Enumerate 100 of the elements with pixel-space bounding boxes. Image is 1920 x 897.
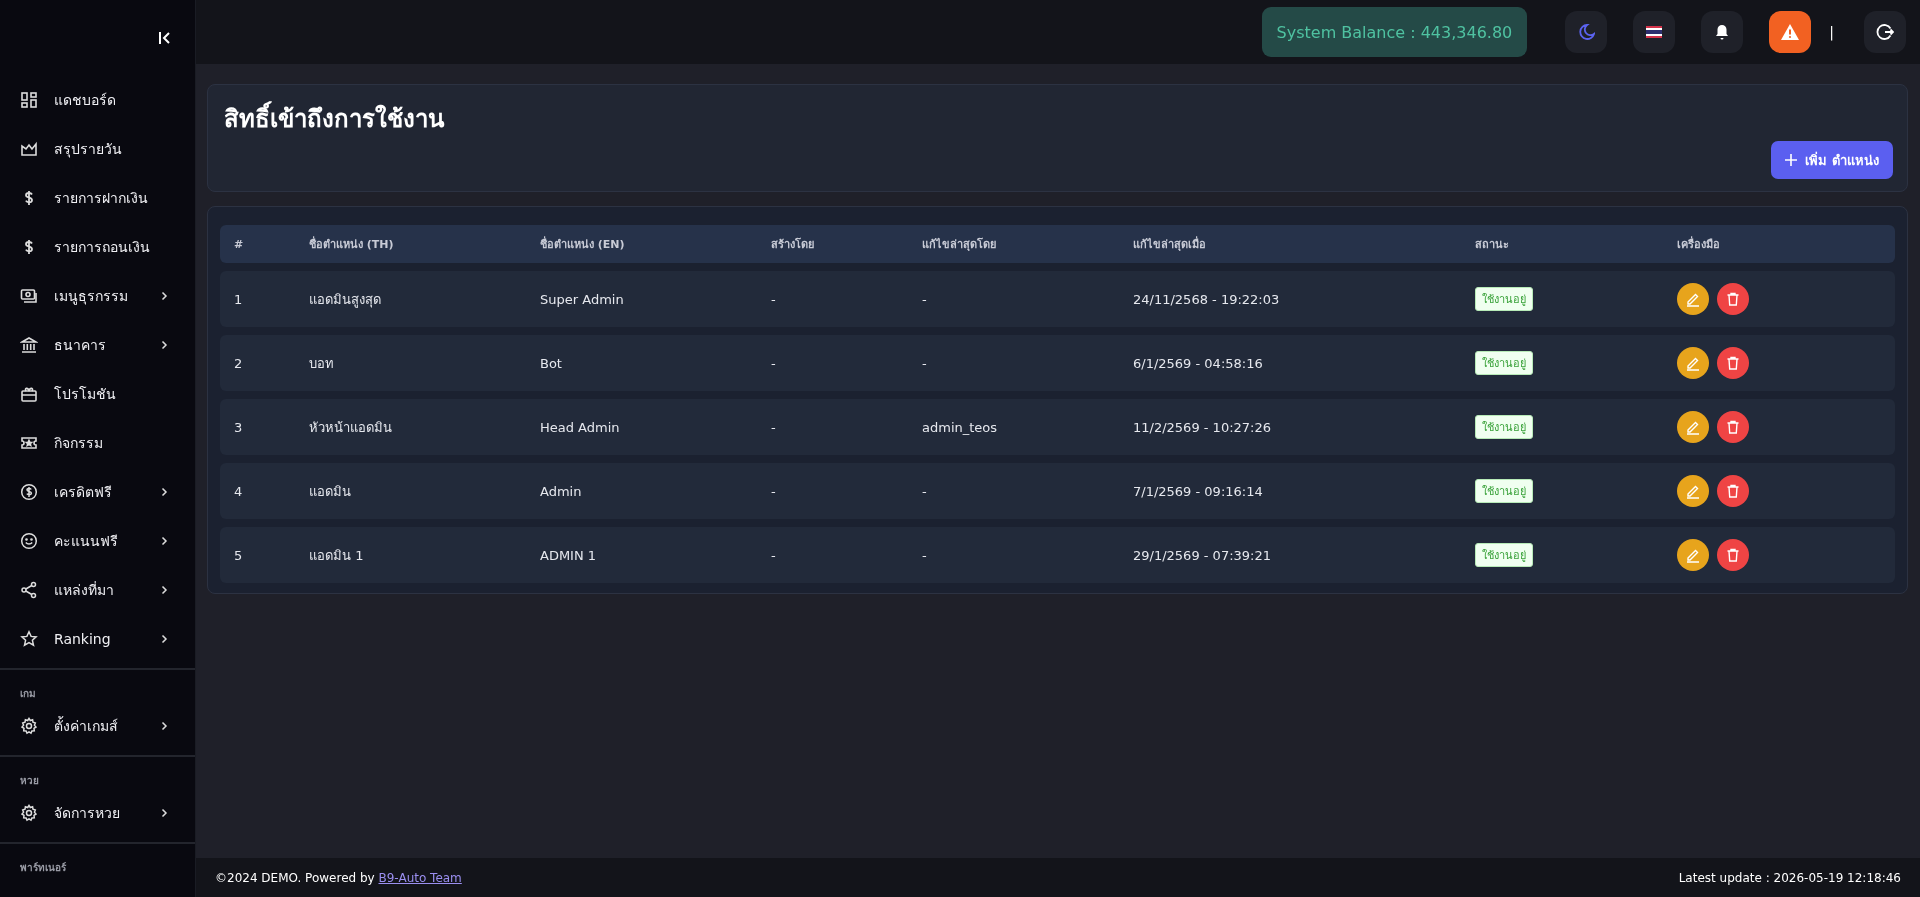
logout-button[interactable] [1864, 11, 1906, 53]
table-cell: Admin [540, 483, 582, 499]
cash-icon [20, 286, 38, 305]
language-button[interactable] [1633, 11, 1676, 53]
chevron-right-icon [159, 339, 169, 350]
table-cell: 6/1/2569 - 04:58:16 [1133, 355, 1263, 371]
chevron-right-icon [159, 584, 169, 595]
status-badge: ใช้งานอยู่ [1475, 543, 1533, 567]
chart-icon [20, 139, 38, 158]
table-cell: แอดมินสูงสุด [309, 291, 381, 307]
trash-icon [1725, 355, 1741, 371]
table-cell: - [922, 547, 927, 563]
bell-icon [1714, 23, 1731, 41]
sidebar-item[interactable]: กิจกรรม [0, 418, 195, 467]
edit-button[interactable] [1677, 347, 1709, 379]
table-cell: - [922, 355, 927, 371]
edit-button[interactable] [1677, 283, 1709, 315]
sidebar-item[interactable]: สรุปรายวัน [0, 124, 195, 173]
table-cell: แอดมิน 1 [309, 547, 364, 563]
chevron-right-icon [159, 720, 169, 731]
dashboard-icon [20, 90, 38, 109]
table-cell: หัวหน้าแอดมิน [309, 419, 392, 435]
table-cell: - [922, 483, 927, 499]
table-cell: 4 [234, 483, 243, 499]
section-label: พาร์ทเนอร์ [19, 861, 67, 875]
column-header: ชื่อตำแหน่ง (EN) [539, 235, 626, 253]
sidebar-item[interactable]: แหล่งที่มา [0, 565, 195, 614]
team-link[interactable]: B9-Auto Team [378, 870, 462, 885]
trash-icon [1725, 291, 1741, 307]
sidebar-item[interactable]: ธนาคาร [0, 320, 195, 369]
table-cell: 29/1/2569 - 07:39:21 [1133, 547, 1271, 563]
table-cell: 2 [234, 355, 243, 371]
settings-icon [20, 803, 38, 822]
pencil-icon [1685, 419, 1701, 435]
pencil-icon [1685, 483, 1701, 499]
last-update-text: Latest update : 2026-05-19 12:18:46 [1678, 870, 1901, 885]
sidebar-item[interactable]: รายการฝากเงิน [0, 173, 195, 222]
column-header: แก้ไขล่าสุดโดย [921, 236, 997, 253]
status-badge: ใช้งานอยู่ [1475, 287, 1533, 311]
table-cell: Super Admin [540, 291, 624, 307]
table-cell: 7/1/2569 - 09:16:14 [1133, 483, 1263, 499]
sidebar-item[interactable]: รายการถอนเงิน [0, 222, 195, 271]
delete-button[interactable] [1717, 539, 1749, 571]
smiley-icon [20, 531, 38, 550]
trash-icon [1725, 483, 1741, 499]
sidebar-item[interactable]: Ranking [0, 614, 195, 663]
theme-toggle-button[interactable] [1565, 11, 1608, 53]
table-cell: - [771, 355, 776, 371]
chevron-right-icon [159, 807, 169, 818]
status-badge: ใช้งานอยู่ [1475, 351, 1533, 375]
alert-button[interactable] [1769, 11, 1812, 53]
table-cell: 11/2/2569 - 10:27:26 [1133, 419, 1271, 435]
edit-button[interactable] [1677, 411, 1709, 443]
column-header: สร้างโดย [770, 236, 815, 253]
sidebar-item[interactable]: แดชบอร์ด [0, 75, 195, 124]
table-cell: - [771, 291, 776, 307]
settings-icon [20, 716, 38, 735]
sidebar-item[interactable]: โปรโมชัน [0, 369, 195, 418]
table-cell: แอดมิน [309, 483, 351, 499]
add-position-button[interactable]: เพิ่ม ตำแหน่ง [1771, 141, 1893, 179]
pencil-icon [1685, 291, 1701, 307]
table-cell: 3 [234, 419, 243, 435]
share-icon [20, 580, 38, 599]
column-header: ชื่อตำแหน่ง (TH) [308, 235, 395, 253]
sidebar-item[interactable]: เมนูธุรกรรม [0, 271, 195, 320]
trash-icon [1725, 547, 1741, 563]
delete-button[interactable] [1717, 475, 1749, 507]
chevron-right-icon [159, 633, 169, 644]
notification-button[interactable] [1701, 11, 1744, 53]
bank-icon [20, 335, 38, 354]
delete-button[interactable] [1717, 283, 1749, 315]
table-cell: ADMIN 1 [540, 547, 597, 563]
table-cell: Head Admin [540, 419, 620, 435]
logout-icon [1876, 23, 1894, 41]
status-badge: ใช้งานอยู่ [1475, 415, 1533, 439]
table-cell: - [922, 291, 927, 307]
chevron-right-icon [159, 535, 169, 546]
edit-button[interactable] [1677, 539, 1709, 571]
table-cell: 1 [234, 291, 243, 307]
sidebar-item[interactable]: จัดการหวย [0, 788, 195, 837]
star-icon [20, 629, 38, 648]
section-label: หวย [19, 774, 40, 788]
warning-icon [1780, 23, 1801, 41]
system-balance-badge: System Balance : 443,346.80 [1261, 7, 1528, 57]
sidebar-item[interactable]: ตั้งค่าเกมส์ [0, 701, 195, 750]
delete-button[interactable] [1717, 411, 1749, 443]
edit-button[interactable] [1677, 475, 1709, 507]
separator: | [1829, 24, 1834, 40]
chevron-right-icon [159, 290, 169, 301]
column-header: แก้ไขล่าสุดเมื่อ [1132, 235, 1207, 253]
sidebar-item[interactable]: เครดิตฟรี [0, 467, 195, 516]
coin-icon [20, 482, 38, 501]
table-cell: 24/11/2568 - 19:22:03 [1133, 291, 1280, 307]
table-cell: บอท [309, 355, 334, 371]
delete-button[interactable] [1717, 347, 1749, 379]
table-cell: 5 [234, 547, 243, 563]
column-header: # [233, 237, 245, 251]
plus-icon [1785, 154, 1798, 166]
sidebar-item[interactable]: คะแนนฟรี [0, 516, 195, 565]
collapse-icon[interactable] [157, 29, 173, 46]
